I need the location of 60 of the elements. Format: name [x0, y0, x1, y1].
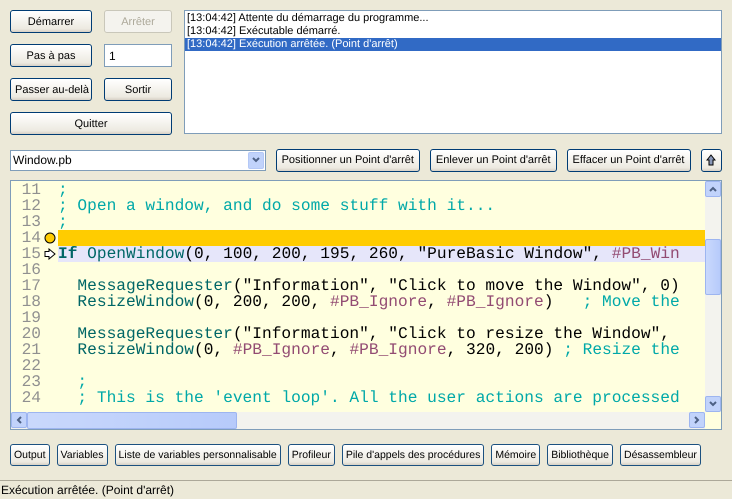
line-number: 17: [20, 278, 41, 294]
tool-button[interactable]: Liste de variables personnalisable: [114, 444, 281, 466]
control-button[interactable]: Quitter: [10, 112, 172, 135]
control-button[interactable]: Passer au-delà: [10, 78, 92, 101]
scroll-thumb[interactable]: [705, 239, 721, 295]
dropdown-caret-icon[interactable]: [248, 152, 264, 168]
control-button[interactable]: Démarrer: [10, 10, 92, 33]
log-entry[interactable]: [13:04:42] Exécution arrêtée. (Point d'arrêt): [185, 38, 721, 51]
code-line: ;: [58, 213, 68, 231]
scroll-up-icon[interactable]: [705, 181, 721, 197]
log-entry[interactable]: [13:04:42] Attente du démarrage du programme...: [185, 12, 721, 25]
code-line: ; This is the 'event loop'. All the user actions are processed: [77, 389, 680, 407]
scroll-right-icon[interactable]: [689, 412, 705, 428]
breakpoint-icon[interactable]: [44, 232, 56, 244]
line-number: 15: [20, 246, 41, 262]
scroll-left-icon[interactable]: [11, 412, 27, 428]
code-line: ;: [58, 181, 68, 199]
line-number: 14: [20, 230, 41, 246]
code-line: ResizeWindow(0, #PB_Ignore, #PB_Ignore, 320, 200) ; Resize the: [77, 341, 680, 359]
vertical-scrollbar[interactable]: [705, 181, 721, 412]
line-number: 24: [20, 390, 41, 406]
line-number: 16: [20, 262, 41, 278]
line-number: 11: [20, 182, 41, 198]
file-dropdown[interactable]: Window.pb: [10, 150, 266, 170]
code-line: If OpenWindow(0, 100, 200, 195, 260, "PureBasic Window", #PB_Win: [58, 245, 680, 263]
horizontal-scrollbar[interactable]: [11, 412, 705, 429]
tool-button[interactable]: Variables: [56, 444, 108, 466]
control-button[interactable]: Pas à pas: [10, 44, 92, 67]
scroll-down-icon[interactable]: [705, 396, 721, 412]
tool-button[interactable]: Profileur: [288, 444, 335, 466]
tool-button[interactable]: Bibliothèque: [547, 444, 613, 466]
up-arrow-button[interactable]: [700, 148, 722, 172]
tool-button[interactable]: Mémoire: [491, 444, 540, 466]
code-line: MessageRequester("Information", "Click to move the Window", 0): [77, 277, 680, 295]
line-number: 19: [20, 310, 41, 326]
code-line: ; Open a window, and do some stuff with it...: [58, 197, 496, 215]
line-number: 20: [20, 326, 41, 342]
control-button[interactable]: Sortir: [104, 78, 172, 101]
breakpoint-button[interactable]: Positionner un Point d'arrêt: [276, 148, 420, 172]
up-arrow-icon: [706, 154, 716, 166]
tool-button[interactable]: Output: [10, 444, 50, 466]
log-entry[interactable]: [13:04:42] Exécutable démarré.: [185, 25, 721, 38]
scroll-thumb[interactable]: [27, 412, 237, 429]
code-line: MessageRequester("Information", "Click to resize the Window",: [77, 325, 670, 343]
status-text: Exécution arrêtée. (Point d'arrêt): [0, 480, 732, 499]
line-number: 21: [20, 342, 41, 358]
code-line: ;: [77, 373, 88, 391]
line-number: 22: [20, 358, 41, 374]
code-line: ResizeWindow(0, 200, 200, #PB_Ignore, #PB_Ignore) ; Move the: [77, 293, 680, 311]
line-number: 23: [20, 374, 41, 390]
line-number: 13: [20, 214, 41, 230]
step-count-field[interactable]: 1: [104, 44, 172, 67]
line-number: 12: [20, 198, 41, 214]
breakpoint-button[interactable]: Enlever un Point d'arrêt: [430, 148, 557, 172]
log-list[interactable]: [13:04:42] Attente du démarrage du programme... [13:04:42] Exécutable démarré. [13:04:42] Exécution arrêtée. (Point d'arrêt): [184, 10, 722, 134]
tool-button[interactable]: Pile d'appels des procédures: [342, 444, 484, 466]
line-number: 18: [20, 294, 41, 310]
breakpoint-button[interactable]: Effacer un Point d'arrêt: [566, 148, 690, 172]
code-editor[interactable]: [10, 180, 722, 430]
tool-button[interactable]: Désassembleur: [620, 444, 701, 466]
